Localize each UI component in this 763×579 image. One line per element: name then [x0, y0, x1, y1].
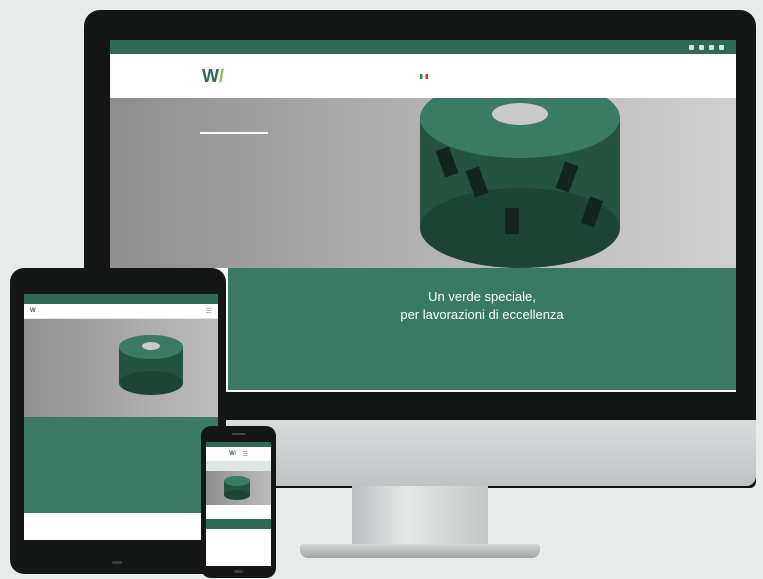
social-instagram-icon[interactable]: [719, 44, 724, 50]
social-links: [689, 44, 724, 50]
hero-divider: [200, 132, 268, 134]
desktop-navbar: W/: [110, 54, 736, 98]
tablet-green-band: [24, 417, 218, 513]
tablet-footer: [24, 513, 218, 517]
hamburger-menu-icon[interactable]: ☰: [206, 307, 212, 315]
tablet-cutter-head-image: [119, 335, 183, 395]
desktop-monitor-base: [300, 544, 540, 558]
logo-mark: W/: [202, 66, 225, 86]
tablet-logo[interactable]: W: [30, 308, 36, 314]
phone-logo[interactable]: W/: [229, 451, 236, 457]
social-youtube-icon[interactable]: [709, 44, 714, 50]
phone-hamburger-menu-icon[interactable]: ☰: [242, 451, 247, 458]
social-facebook-icon[interactable]: [689, 44, 694, 50]
phone-text: [206, 505, 271, 515]
tablet-home-button[interactable]: [112, 561, 122, 564]
desktop-monitor-stand: [352, 486, 488, 546]
nav-menu: [322, 73, 428, 79]
band-title-line2: per lavorazioni di eccellenza: [400, 307, 564, 322]
tablet-topbar: [24, 294, 218, 304]
phone-navbar: W/ ☰: [206, 447, 271, 462]
tablet-screen: W ☰: [24, 294, 218, 540]
desktop-hero: [110, 98, 736, 268]
social-linkedin-icon[interactable]: [699, 44, 704, 50]
phone-green-bar: [206, 519, 271, 529]
cutter-head-image: [420, 98, 620, 268]
phone-screen: W/ ☰: [206, 442, 271, 566]
phone-speaker: [232, 433, 246, 435]
tablet-navbar: W ☰: [24, 304, 218, 319]
phone-cutter-head-image: [224, 476, 250, 500]
site-logo[interactable]: W/: [202, 67, 312, 85]
phone-strip: [206, 462, 271, 471]
phone-hero: [206, 471, 271, 505]
desktop-topbar: [110, 40, 736, 54]
desktop-green-band: Un verde speciale, per lavorazioni di ec…: [228, 268, 736, 390]
band-title-line1: Un verde speciale,: [428, 289, 536, 304]
band-title: Un verde speciale, per lavorazioni di ec…: [228, 288, 736, 324]
phone-home-button[interactable]: [234, 570, 243, 573]
tablet-hero: [24, 319, 218, 417]
flag-it-icon[interactable]: [420, 73, 428, 79]
